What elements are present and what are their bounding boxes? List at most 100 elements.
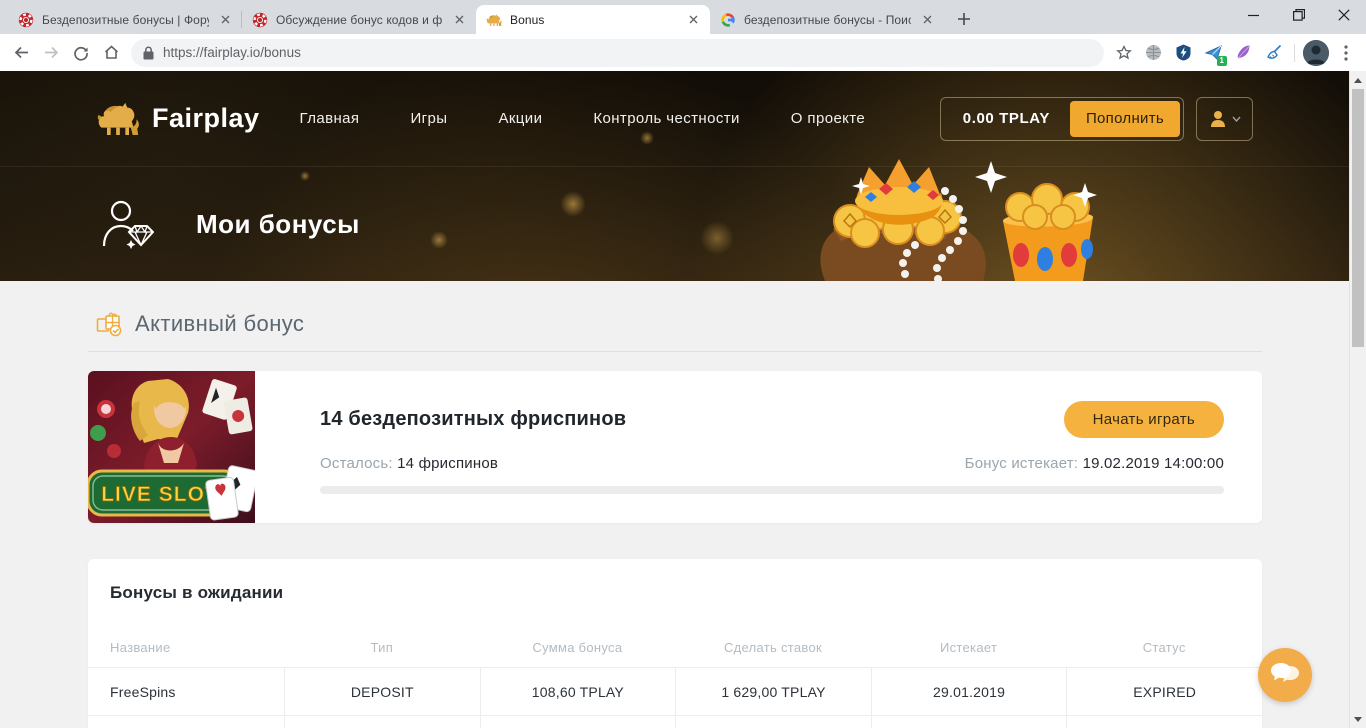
home-icon xyxy=(103,44,120,61)
tab-strip: Бездепозитные бонусы | Форум Обсуждение … xyxy=(0,0,1366,34)
expires-value: 19.02.2019 14:00:00 xyxy=(1083,455,1224,472)
tab-title: Бездепозитные бонусы | Форум xyxy=(42,13,209,27)
tab-title: бездепозитные бонусы - Поиск xyxy=(744,13,911,27)
new-tab-button[interactable] xyxy=(950,5,978,33)
cell-wager: 1 629,00 TPLAY xyxy=(675,668,871,715)
scroll-up-arrow[interactable] xyxy=(1350,72,1366,88)
nav-item-home[interactable]: Главная xyxy=(300,110,360,127)
lightning-shield-icon xyxy=(1175,44,1192,61)
kebab-menu-icon xyxy=(1344,45,1348,61)
user-menu-button[interactable] xyxy=(1196,97,1253,141)
tab-title: Обсуждение бонус кодов и фри xyxy=(276,13,443,27)
reload-button[interactable] xyxy=(67,39,95,67)
fairplay-lion-icon xyxy=(96,100,140,137)
cell-status: EXPIRED xyxy=(1066,668,1262,715)
active-bonus-section-head: Активный бонус xyxy=(96,311,304,337)
plus-icon xyxy=(958,13,970,25)
chat-bubbles-icon xyxy=(1270,662,1300,688)
pending-bonuses-card: Бонусы в ожидании Название Тип Сумма бон… xyxy=(88,559,1262,728)
reload-icon xyxy=(73,45,89,61)
topup-button[interactable]: Пополнить xyxy=(1070,101,1180,137)
minimize-button[interactable] xyxy=(1231,0,1276,30)
toolbar-separator xyxy=(1294,44,1295,62)
casino-chip-icon xyxy=(252,12,268,28)
extension-bolt-button[interactable] xyxy=(1170,39,1197,66)
page-title: Мои бонусы xyxy=(196,209,360,240)
extension-broom-button[interactable] xyxy=(1260,39,1287,66)
expires-label: Бонус истекает: xyxy=(965,455,1079,472)
table-header-row: Название Тип Сумма бонуса Сделать ставок… xyxy=(88,627,1262,667)
tab-close-icon[interactable] xyxy=(217,11,234,28)
active-bonus-card: LIVE SLOT 14 бездепозитных фриспинов Нач… xyxy=(88,371,1262,523)
live-slot-game-image[interactable]: LIVE SLOT xyxy=(88,371,255,523)
star-icon xyxy=(1116,45,1132,61)
header-right: 0.00 TPLAY Пополнить xyxy=(940,97,1253,141)
user-icon xyxy=(1208,109,1228,129)
live-chat-button[interactable] xyxy=(1258,648,1312,702)
balance-pill: 0.00 TPLAY Пополнить xyxy=(940,97,1184,141)
scroll-down-arrow[interactable] xyxy=(1350,711,1366,727)
forward-button[interactable] xyxy=(37,39,65,67)
chrome-menu-button[interactable] xyxy=(1332,39,1359,66)
bookmark-star-button[interactable] xyxy=(1110,39,1138,67)
cell-expires: 29.01.2019 xyxy=(871,668,1067,715)
bonus-details: 14 бездепозитных фриспинов Начать играть… xyxy=(255,371,1262,523)
fairplay-page: Fairplay Главная Игры Акции Контроль чес… xyxy=(0,71,1349,728)
tab-close-icon[interactable] xyxy=(919,11,936,28)
back-button[interactable] xyxy=(7,39,35,67)
url-text: https://fairplay.io/bonus xyxy=(163,45,301,60)
close-button[interactable] xyxy=(1321,0,1366,30)
profile-avatar-button[interactable] xyxy=(1302,39,1329,66)
chevron-down-icon xyxy=(1232,116,1241,122)
google-icon xyxy=(720,12,736,28)
tab-close-icon[interactable] xyxy=(685,11,702,28)
extension-globe-button[interactable] xyxy=(1140,39,1167,66)
tab-forum-2[interactable]: Обсуждение бонус кодов и фри xyxy=(242,5,476,34)
minimize-icon xyxy=(1248,10,1259,21)
cell-name: FreeSpins xyxy=(88,668,284,715)
nav-item-about[interactable]: О проекте xyxy=(791,110,865,127)
nav-item-games[interactable]: Игры xyxy=(410,110,447,127)
page-viewport: Fairplay Главная Игры Акции Контроль чес… xyxy=(0,71,1366,728)
forward-icon xyxy=(43,44,60,61)
column-header-wager: Сделать ставок xyxy=(675,640,871,655)
nav-item-fairness[interactable]: Контроль честности xyxy=(593,110,739,127)
scrollbar-thumb[interactable] xyxy=(1352,89,1364,347)
table-row: FreeSpins DEPOSIT 108,60 TPLAY 1 629,00 … xyxy=(88,667,1262,716)
home-button[interactable] xyxy=(97,39,125,67)
back-icon xyxy=(13,44,30,61)
close-icon xyxy=(1338,9,1350,21)
bonus-title: 14 бездепозитных фриспинов xyxy=(320,408,626,431)
main-nav: Главная Игры Акции Контроль честности О … xyxy=(300,110,866,127)
tab-bonus-active[interactable]: Bonus xyxy=(476,5,710,34)
avatar xyxy=(1303,40,1329,66)
tab-forum-1[interactable]: Бездепозитные бонусы | Форум xyxy=(8,5,242,34)
extension-proxy-button[interactable]: 1 xyxy=(1200,39,1227,66)
extension-feather-button[interactable] xyxy=(1230,39,1257,66)
extensions-area: 1 xyxy=(1140,39,1359,66)
section-divider xyxy=(88,351,1262,352)
globe-icon xyxy=(1145,44,1162,61)
balance-amount: 0.00 TPLAY xyxy=(963,110,1050,127)
remaining-label: Осталось: xyxy=(320,455,393,472)
bonus-progress-bar xyxy=(320,486,1224,494)
game-banner-text: LIVE SLOT xyxy=(101,483,219,506)
remaining-value: 14 фриспинов xyxy=(397,455,498,472)
page-scrollbar[interactable] xyxy=(1349,71,1366,728)
table-row-partial xyxy=(88,716,1262,728)
window-controls xyxy=(1231,0,1366,30)
tab-close-icon[interactable] xyxy=(451,11,468,28)
pending-bonuses-title: Бонусы в ожидании xyxy=(88,583,1262,603)
nav-item-promos[interactable]: Акции xyxy=(498,110,542,127)
column-header-amount: Сумма бонуса xyxy=(480,640,676,655)
column-header-status: Статус xyxy=(1066,640,1262,655)
site-logo[interactable]: Fairplay xyxy=(96,100,260,137)
tab-google-search[interactable]: бездепозитные бонусы - Поиск xyxy=(710,5,944,34)
brand-name: Fairplay xyxy=(152,103,260,134)
restore-icon xyxy=(1293,9,1305,21)
feather-icon xyxy=(1235,44,1252,61)
address-bar[interactable]: https://fairplay.io/bonus xyxy=(131,39,1104,67)
browser-window: Бездепозитные бонусы | Форум Обсуждение … xyxy=(0,0,1366,728)
restore-button[interactable] xyxy=(1276,0,1321,30)
start-playing-button[interactable]: Начать играть xyxy=(1064,401,1224,438)
